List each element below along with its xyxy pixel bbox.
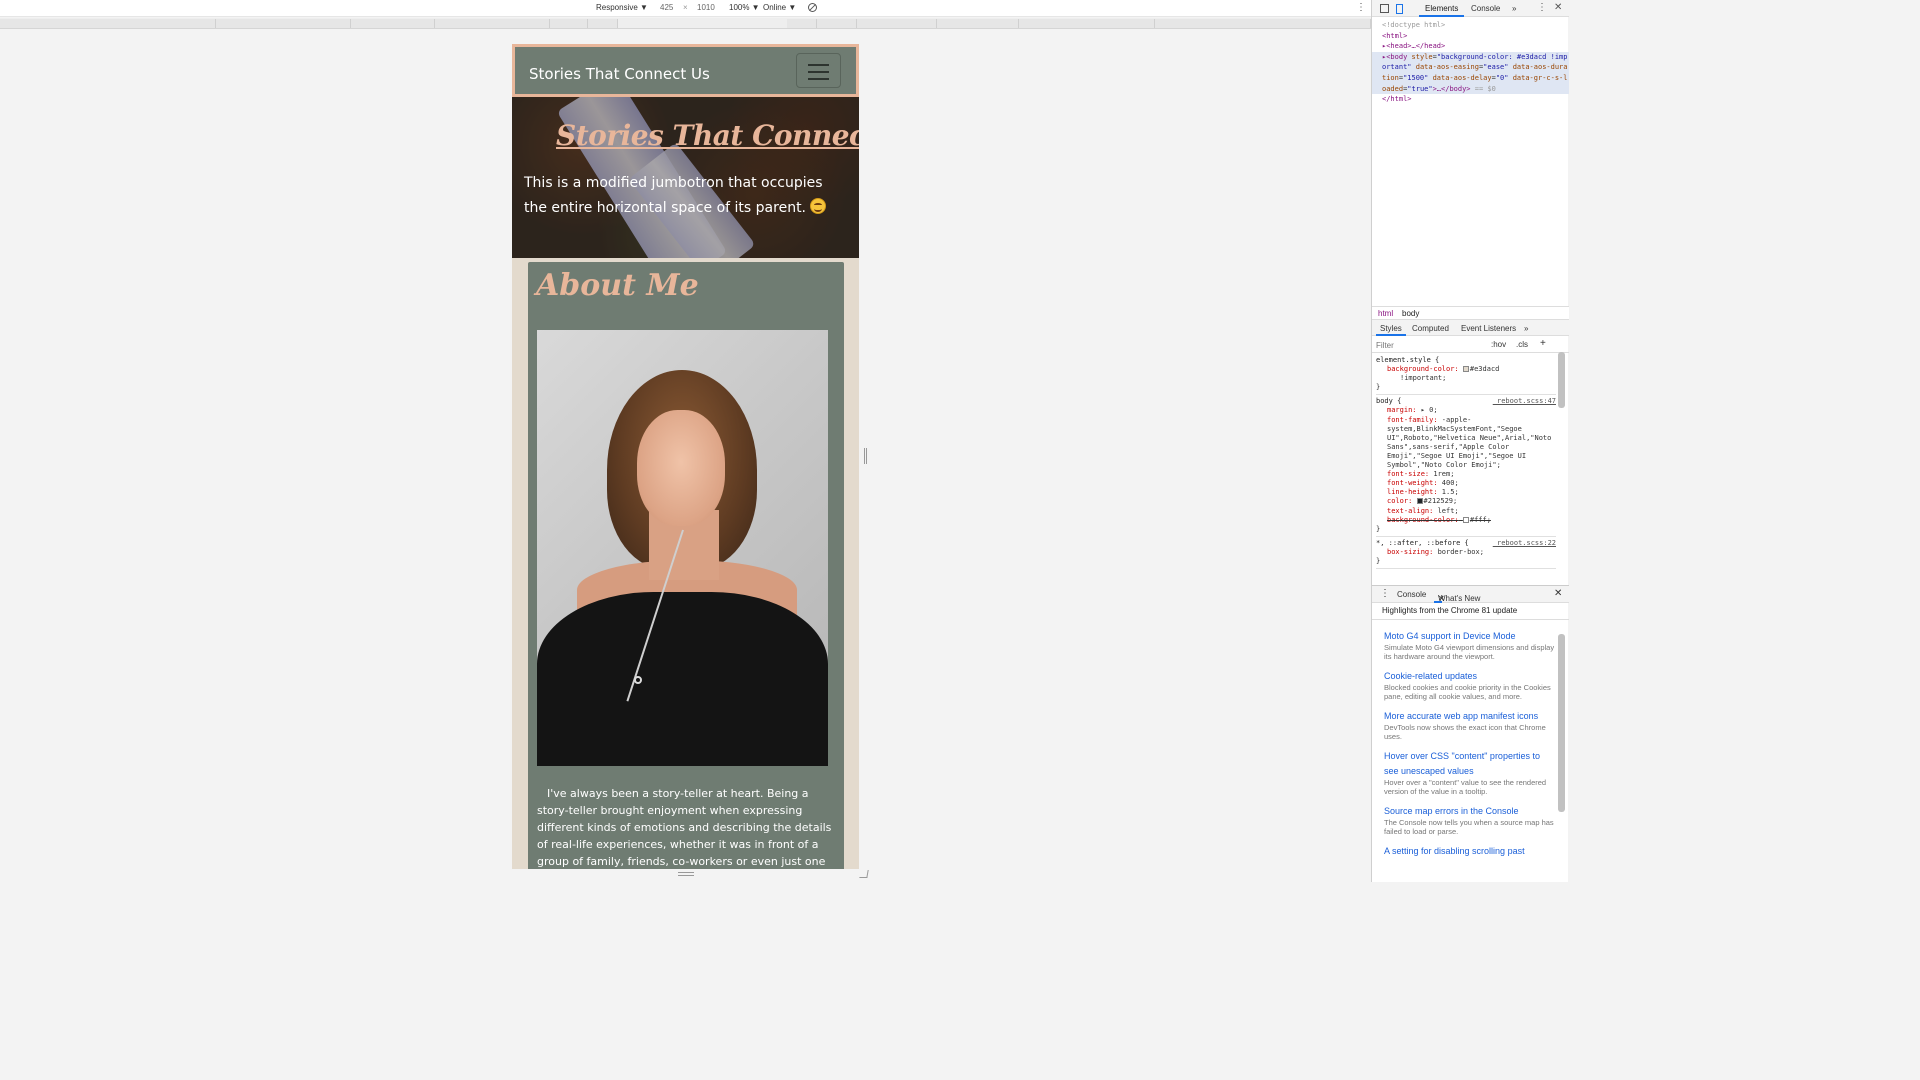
about-card: About Me I've always been a story-teller… (528, 262, 844, 869)
close-icon[interactable]: ✕ (1554, 2, 1562, 13)
whats-new-link[interactable]: Hover over CSS "content" properties to s… (1384, 749, 1556, 779)
list-item: A setting for disabling scrolling past (1384, 844, 1556, 859)
drawer-close-icon[interactable]: ✕ (1554, 588, 1562, 599)
list-item: Cookie-related updates Blocked cookies a… (1384, 669, 1556, 701)
navbar-brand[interactable]: Stories That Connect Us (529, 65, 710, 83)
network-throttle-select[interactable]: Online ▼ (763, 3, 796, 12)
hover-state-toggle[interactable]: :hov (1491, 340, 1506, 349)
whats-new-header: Highlights from the Chrome 81 update (1372, 603, 1569, 620)
about-title: About Me (536, 268, 699, 303)
more-tabs-button[interactable]: » (1512, 4, 1516, 13)
whats-new-link[interactable]: Source map errors in the Console (1384, 804, 1556, 819)
tab-event-listeners[interactable]: Event Listeners (1461, 324, 1516, 333)
dom-doctype[interactable]: <!doctype html> (1382, 20, 1569, 31)
navbar: Stories That Connect Us (512, 44, 859, 97)
dom-body-selected[interactable]: ▸<body style="background-color: #e3dacd … (1372, 51, 1569, 95)
breadcrumb-body[interactable]: body (1402, 309, 1419, 318)
dimension-separator: × (683, 3, 688, 12)
class-toggle[interactable]: .cls (1516, 340, 1528, 349)
viewport-height-input[interactable]: 1010 (697, 3, 715, 12)
rule-universal[interactable]: *, ::after, ::before { _reboot.scss:22 b… (1376, 537, 1556, 570)
whats-new-scrollbar[interactable] (1558, 634, 1565, 812)
tab-console[interactable]: Console (1471, 4, 1500, 13)
viewport-width-input[interactable]: 425 (660, 3, 673, 12)
dom-head[interactable]: ▸<head>…</head> (1382, 41, 1569, 52)
jumbotron-lead-text: This is a modified jumbotron that occupi… (524, 175, 823, 216)
whats-new-link[interactable]: Moto G4 support in Device Mode (1384, 629, 1556, 644)
device-select[interactable]: Responsive ▼ (596, 3, 648, 12)
styles-tabbar: Styles Computed Event Listeners » (1372, 320, 1569, 336)
styles-pane: element.style { background-color: #e3dac… (1372, 354, 1556, 580)
dom-html-close[interactable]: </html> (1382, 94, 1569, 105)
about-text: I've always been a story-teller at heart… (537, 787, 832, 868)
drawer-tab-console[interactable]: Console (1397, 590, 1426, 599)
navbar-toggler-button[interactable] (796, 53, 841, 88)
source-link-reboot-22[interactable]: _reboot.scss:22 (1493, 539, 1556, 548)
list-item: More accurate web app manifest icons Dev… (1384, 709, 1556, 741)
resize-handle-bottom[interactable] (678, 872, 694, 876)
resize-handle-corner[interactable] (859, 870, 869, 878)
jumbotron-title[interactable]: Stories That Connect Us (556, 119, 859, 152)
portrait-photo (537, 330, 828, 766)
kebab-menu-icon[interactable]: ⋮ (1537, 2, 1547, 13)
drawer-menu-icon[interactable]: ⋮ (1380, 588, 1390, 599)
whats-new-list: Moto G4 support in Device Mode Simulate … (1372, 621, 1556, 882)
rule-element-style[interactable]: element.style { background-color: #e3dac… (1376, 354, 1556, 396)
dom-html-open[interactable]: <html> (1382, 31, 1569, 42)
breadcrumb-html[interactable]: html (1378, 309, 1393, 318)
device-toggle-icon[interactable] (1396, 4, 1403, 14)
styles-filter-row: :hov .cls + (1372, 337, 1569, 353)
source-link-reboot-47[interactable]: _reboot.scss:47 (1493, 397, 1556, 406)
styles-scrollbar[interactable] (1558, 352, 1565, 408)
drawer-tabbar: ⋮ Console What's New ✕ ✕ (1372, 585, 1569, 603)
list-item: Source map errors in the Console The Con… (1384, 804, 1556, 836)
zoom-select[interactable]: 100% ▼ (729, 3, 760, 12)
rule-body[interactable]: body { _reboot.scss:47 margin: ▸ 0; font… (1376, 395, 1556, 537)
devtools-tabbar: Elements Console » ⋮ ✕ (1372, 0, 1569, 17)
close-tab-icon[interactable]: ✕ (1438, 594, 1445, 603)
jumbotron-lead: This is a modified jumbotron that occupi… (524, 171, 849, 221)
tab-styles[interactable]: Styles (1376, 324, 1406, 336)
new-rule-button[interactable]: + (1540, 338, 1546, 349)
jumbotron: Stories That Connect Us This is a modifi… (512, 97, 859, 258)
tab-elements[interactable]: Elements (1418, 4, 1465, 17)
list-item: Moto G4 support in Device Mode Simulate … (1384, 629, 1556, 661)
whats-new-link[interactable]: Cookie-related updates (1384, 669, 1556, 684)
media-query-bar[interactable] (0, 18, 1371, 29)
whats-new-link[interactable]: More accurate web app manifest icons (1384, 709, 1556, 724)
dom-tree: <!doctype html> <html> ▸<head>…</head> ▸… (1372, 18, 1569, 306)
rotate-icon[interactable] (808, 3, 817, 12)
devtools-panel: Elements Console » ⋮ ✕ <!doctype html> <… (1371, 0, 1569, 882)
more-options-icon[interactable]: ⋮ (1356, 2, 1366, 13)
tab-computed[interactable]: Computed (1412, 324, 1449, 333)
smile-icon (810, 198, 827, 214)
color-swatch[interactable] (1462, 366, 1469, 373)
device-viewport: Stories That Connect Us Stories That Con… (512, 44, 859, 869)
list-item: Hover over CSS "content" properties to s… (1384, 749, 1556, 796)
device-toolbar: Responsive ▼ 425 × 1010 100% ▼ Online ▼ … (0, 0, 1371, 17)
resize-handle-right[interactable] (864, 448, 867, 464)
more-styles-tabs-button[interactable]: » (1524, 324, 1528, 333)
styles-filter-input[interactable] (1376, 340, 1486, 350)
breadcrumb: html body (1372, 306, 1569, 320)
inspect-element-icon[interactable] (1380, 4, 1389, 13)
whats-new-link[interactable]: A setting for disabling scrolling past (1384, 844, 1556, 859)
